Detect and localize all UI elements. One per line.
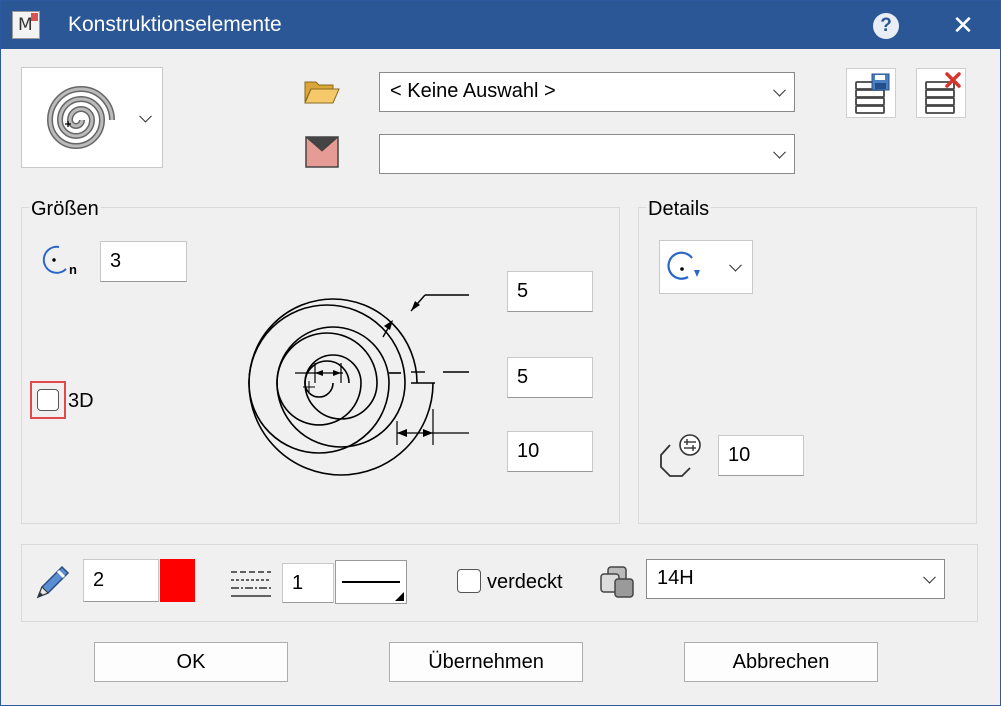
category-combo[interactable]: < Keine Auswahl > (379, 72, 795, 112)
chevron-down-icon (729, 258, 742, 272)
chevron-down-icon (773, 83, 786, 97)
close-button[interactable]: ✕ (947, 8, 979, 42)
app-icon-badge (31, 13, 38, 21)
checkbox-3d[interactable] (37, 389, 59, 411)
style-combo[interactable] (379, 134, 795, 174)
category-combo-value: < Keine Auswahl > (390, 80, 556, 102)
spiral-diagram (248, 294, 469, 476)
pen-thickness-input[interactable]: 2 (83, 559, 159, 602)
element-type-selector[interactable] (21, 67, 163, 168)
chevron-down-icon (773, 145, 786, 159)
ok-button[interactable]: OK (94, 642, 288, 682)
database-delete-icon (925, 72, 961, 114)
window-title: Konstruktionselemente (68, 13, 282, 36)
rotation-direction-dropdown[interactable] (659, 240, 753, 294)
rotation-direction-icon (667, 251, 700, 280)
stamp-icon (305, 136, 339, 168)
linetype-input[interactable]: 1 (282, 563, 334, 603)
apply-button[interactable]: Übernehmen (389, 642, 583, 682)
linetype-preview-line (342, 581, 400, 583)
linetype-preview-dropdown[interactable] (335, 560, 407, 604)
linetype-icon (231, 571, 271, 597)
help-button[interactable]: ? (873, 13, 899, 39)
corner-dropdown-icon (395, 592, 404, 601)
details-group-label: Details (646, 198, 712, 221)
layer-icon (600, 566, 634, 598)
cancel-button[interactable]: Abbrechen (684, 642, 878, 682)
segments-icon (660, 434, 701, 477)
checkbox-3d-label: 3D (68, 390, 94, 412)
layer-combo[interactable]: 14H (646, 559, 945, 599)
turns-subscript: n (69, 262, 77, 277)
spiral-icon (46, 86, 115, 149)
app-icon: M (12, 11, 40, 39)
dimension-input-3[interactable]: 10 (507, 431, 593, 472)
checkbox-verdeckt[interactable] (457, 569, 481, 593)
delete-from-database-button[interactable] (916, 68, 966, 118)
chevron-down-icon (923, 570, 936, 584)
dimension-input-1[interactable]: 5 (507, 271, 593, 312)
save-to-database-button[interactable] (846, 68, 896, 118)
segments-input[interactable]: 10 (718, 435, 804, 476)
pen-icon (36, 565, 70, 599)
database-save-icon (855, 73, 890, 114)
chevron-down-icon (139, 109, 152, 123)
layer-combo-value: 14H (657, 567, 694, 589)
pen-color-swatch[interactable] (160, 559, 195, 602)
groessen-group-label: Größen (29, 198, 101, 221)
dimension-input-2[interactable]: 5 (507, 357, 593, 398)
turns-input[interactable]: 3 (100, 241, 187, 282)
title-bar: M Konstruktionselemente ? ✕ (1, 1, 1000, 49)
dialog-window: M Konstruktionselemente ? ✕ < Keine Ausw… (0, 0, 1001, 706)
folder-open-icon (304, 81, 340, 104)
checkbox-verdeckt-label: verdeckt (487, 571, 563, 593)
